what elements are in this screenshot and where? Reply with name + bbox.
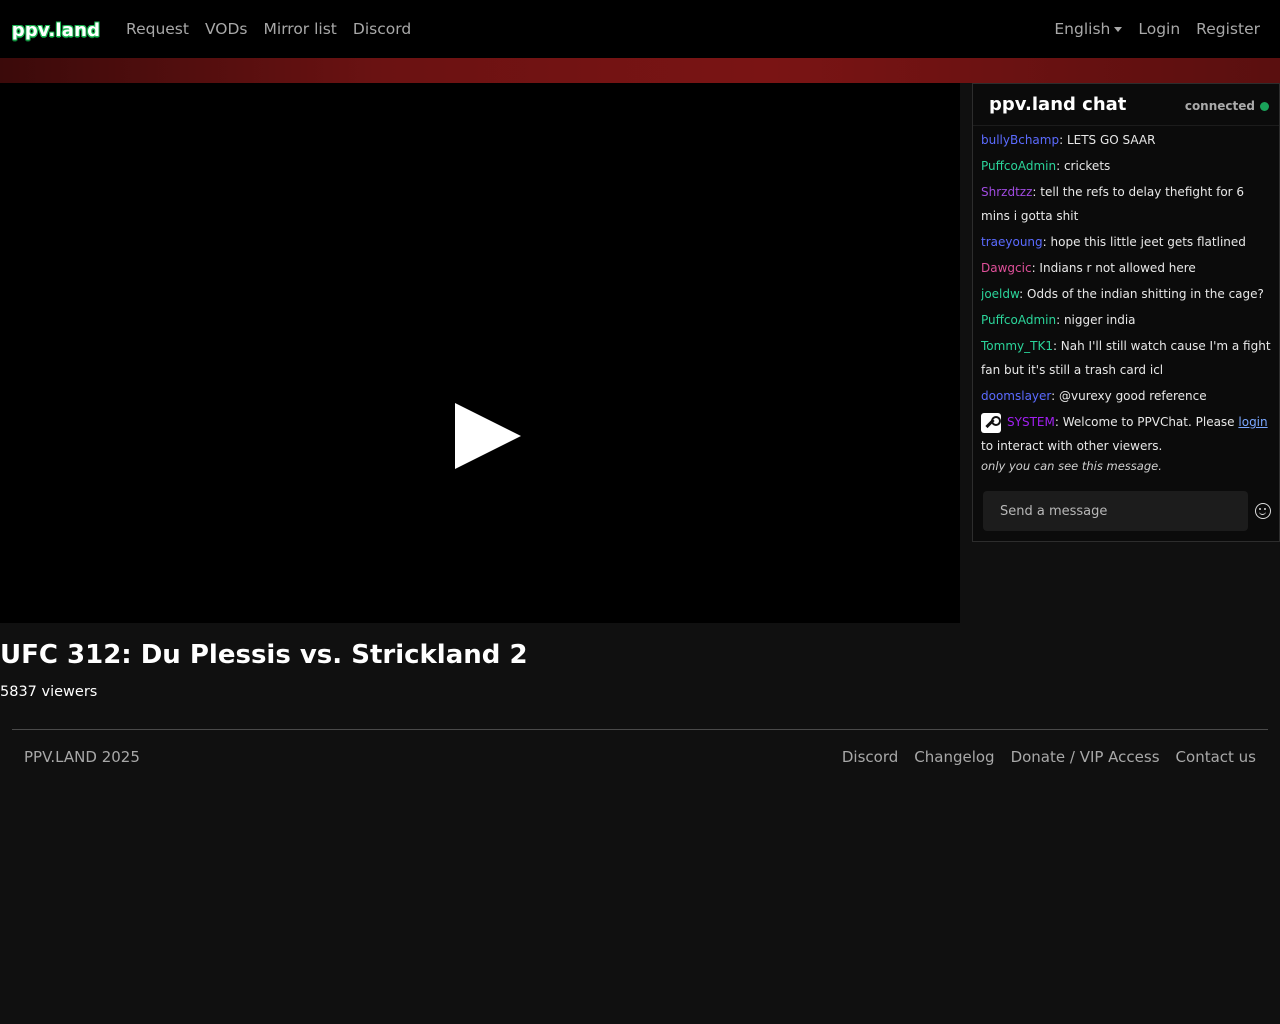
footer-discord-link[interactable]: Discord bbox=[842, 748, 898, 766]
top-navbar: ppv.land Request VODs Mirror list Discor… bbox=[0, 0, 1280, 58]
chat-message: Tommy_TK1: Nah I'll still watch cause I'… bbox=[981, 333, 1271, 383]
chat-username[interactable]: Dawgcic bbox=[981, 261, 1032, 275]
chat-message: PuffcoAdmin: nigger india bbox=[981, 307, 1271, 333]
video-player[interactable] bbox=[0, 83, 960, 623]
chat-username[interactable]: PuffcoAdmin bbox=[981, 313, 1056, 327]
system-note: only you can see this message. bbox=[981, 459, 1162, 473]
system-text: : Welcome to PPVChat. Please bbox=[1054, 415, 1239, 429]
footer-copyright: PPV.LAND 2025 bbox=[24, 748, 140, 766]
account-nav: English Login Register bbox=[1046, 0, 1268, 58]
chat-title: ppv.land chat bbox=[989, 94, 1127, 115]
chat-text: : hope this little jeet gets flatlined bbox=[1042, 235, 1246, 249]
chat-username[interactable]: traeyoung bbox=[981, 235, 1043, 249]
wrench-icon bbox=[981, 412, 1001, 433]
system-text-after: to interact with other viewers. bbox=[981, 439, 1163, 453]
chat-username[interactable]: bullyBchamp bbox=[981, 133, 1059, 147]
language-label: English bbox=[1054, 20, 1111, 38]
chat-message: Dawgcic: Indians r not allowed here bbox=[981, 255, 1271, 281]
footer-divider bbox=[12, 729, 1268, 730]
nav-mirror-list[interactable]: Mirror list bbox=[256, 20, 345, 38]
chat-message: joeldw: Odds of the indian shitting in t… bbox=[981, 281, 1271, 307]
status-dot-icon bbox=[1260, 101, 1269, 111]
chat-text: : crickets bbox=[1056, 159, 1111, 173]
chat-message: Shrzdtzz: tell the refs to delay thefigh… bbox=[981, 179, 1271, 229]
chat-text: : Indians r not allowed here bbox=[1031, 261, 1196, 275]
chat-username[interactable]: doomslayer bbox=[981, 389, 1051, 403]
login-link[interactable]: Login bbox=[1130, 20, 1188, 38]
chat-login-link[interactable]: login bbox=[1238, 415, 1267, 429]
chat-username[interactable]: PuffcoAdmin bbox=[981, 159, 1056, 173]
footer-changelog-link[interactable]: Changelog bbox=[914, 748, 994, 766]
chat-messages[interactable]: bullyBchamp: LETS GO SAAR PuffcoAdmin: c… bbox=[981, 127, 1271, 483]
chat-text: : LETS GO SAAR bbox=[1059, 133, 1156, 147]
red-banner bbox=[0, 58, 1280, 83]
footer-donate-link[interactable]: Donate / VIP Access bbox=[1011, 748, 1160, 766]
chat-message: PuffcoAdmin: crickets bbox=[981, 153, 1271, 179]
footer-links: Discord Changelog Donate / VIP Access Co… bbox=[842, 748, 1256, 766]
chat-text: : @vurexy good reference bbox=[1051, 389, 1207, 403]
connection-status: connected bbox=[1185, 99, 1269, 113]
footer-contact-link[interactable]: Contact us bbox=[1176, 748, 1256, 766]
chat-message: bullyBchamp: LETS GO SAAR bbox=[981, 127, 1271, 153]
system-message: SYSTEM: Welcome to PPVChat. Please login… bbox=[981, 409, 1271, 475]
nav-request[interactable]: Request bbox=[118, 20, 197, 38]
chevron-down-icon bbox=[1114, 27, 1123, 32]
language-dropdown[interactable]: English bbox=[1046, 20, 1130, 38]
main-nav: Request VODs Mirror list Discord bbox=[118, 0, 419, 58]
chat-username[interactable]: Shrzdtzz bbox=[981, 185, 1032, 199]
chat-panel: ppv.land chat connected bullyBchamp: LET… bbox=[972, 83, 1280, 542]
stream-title: UFC 312: Du Plessis vs. Strickland 2 bbox=[0, 640, 528, 670]
chat-text: : nigger india bbox=[1056, 313, 1136, 327]
chat-header: ppv.land chat connected bbox=[973, 84, 1279, 126]
register-link[interactable]: Register bbox=[1188, 20, 1268, 38]
nav-discord[interactable]: Discord bbox=[345, 20, 419, 38]
chat-username[interactable]: joeldw bbox=[981, 287, 1019, 301]
chat-message-input[interactable] bbox=[983, 491, 1248, 531]
play-icon[interactable] bbox=[455, 403, 521, 469]
viewer-count: 5837 viewers bbox=[0, 684, 98, 700]
chat-message: traeyoung: hope this little jeet gets fl… bbox=[981, 229, 1271, 255]
chat-username[interactable]: Tommy_TK1 bbox=[981, 339, 1053, 353]
nav-vods[interactable]: VODs bbox=[197, 20, 256, 38]
status-label: connected bbox=[1184, 99, 1255, 113]
emoji-icon[interactable] bbox=[1255, 503, 1271, 519]
chat-text: : Odds of the indian shitting in the cag… bbox=[1019, 287, 1264, 301]
chat-message: doomslayer: @vurexy good reference bbox=[981, 383, 1271, 409]
site-logo[interactable]: ppv.land bbox=[12, 17, 100, 43]
system-username: SYSTEM bbox=[1007, 415, 1055, 429]
